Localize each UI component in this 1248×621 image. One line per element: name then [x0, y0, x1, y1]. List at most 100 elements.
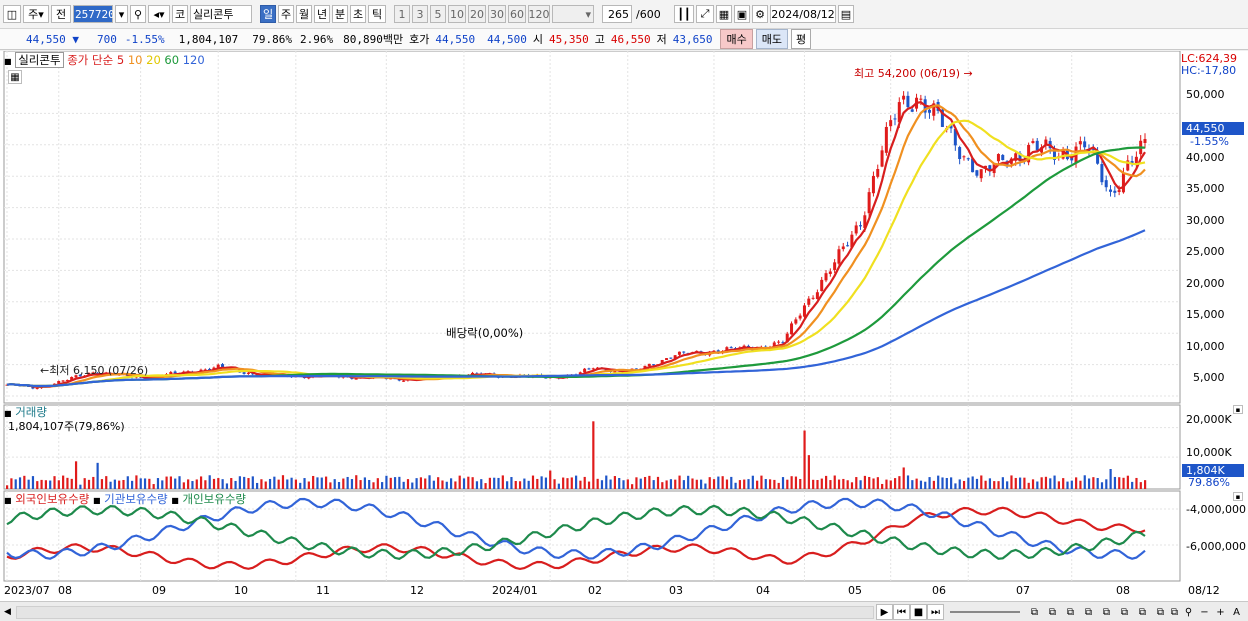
period-main-label: 주	[28, 8, 39, 21]
stop-button[interactable]: ■	[910, 604, 927, 620]
volume-bar	[631, 484, 634, 489]
layout-2-icon[interactable]: ⧉	[1044, 604, 1061, 620]
volume-bar	[691, 478, 694, 489]
interval-3-button[interactable]: 3	[412, 5, 428, 23]
volume-bar	[919, 480, 923, 489]
period-second-button[interactable]: 초	[350, 5, 366, 23]
volume-bar	[109, 481, 112, 489]
volume-bar	[881, 483, 884, 489]
gear-icon[interactable]: ⚙	[752, 5, 768, 23]
volume-bar	[445, 481, 448, 489]
layout-7-icon[interactable]: ⧉	[1134, 604, 1151, 620]
font-size-icon[interactable]: A	[1228, 604, 1245, 620]
volume-close-icon[interactable]: ▪	[1233, 405, 1243, 414]
volume-bar	[18, 477, 22, 489]
sound-icon[interactable]: ◂▾	[148, 5, 170, 23]
volume-bar	[14, 479, 17, 489]
volume-bar	[40, 479, 43, 489]
zoom-search-icon[interactable]: ⚲	[1180, 604, 1197, 620]
sell-button[interactable]: 매도	[755, 29, 788, 49]
period-week-button[interactable]: 주	[278, 5, 294, 23]
grid-icon[interactable]: ▦	[716, 5, 732, 23]
interval-120-button[interactable]: 120	[528, 5, 550, 23]
volume-bar	[44, 480, 47, 489]
zoom-slider[interactable]	[950, 611, 1020, 613]
low-annotation: ←최저 6,150 (07/26)	[40, 362, 148, 378]
period-year-button[interactable]: 년	[314, 5, 330, 23]
interval-30-button[interactable]: 30	[488, 5, 506, 23]
period-minute-button[interactable]: 분	[332, 5, 348, 23]
chart-type-icon[interactable]: ◫	[3, 5, 21, 23]
average-button[interactable]: 평	[790, 29, 812, 49]
stock-code-input[interactable]: 257720	[73, 5, 115, 23]
volume-bar	[126, 476, 129, 489]
holding-close-icon[interactable]: ▪	[1233, 492, 1243, 501]
volume-bar	[1118, 477, 1121, 489]
open-label: 시	[532, 33, 543, 46]
interval-1-button[interactable]: 1	[394, 5, 410, 23]
volume-bar	[372, 482, 375, 489]
layout-6-icon[interactable]: ⧉	[1116, 604, 1133, 620]
volume-bar	[415, 478, 418, 489]
code-dropdown-icon[interactable]: ▾	[115, 5, 128, 23]
interval-60-button[interactable]: 60	[508, 5, 526, 23]
candle-icon[interactable]: ┃┃	[674, 5, 694, 23]
table-toggle-icon[interactable]: ▦	[8, 70, 22, 84]
price-value: 44,550	[26, 32, 66, 46]
period-main-select[interactable]: 주 ▾	[23, 5, 49, 23]
save-icon[interactable]: ▣	[734, 5, 750, 23]
buy-button[interactable]: 매수	[720, 29, 753, 49]
zoom-in-icon[interactable]: +	[1212, 604, 1229, 620]
legend-individual: 개인보유수량	[182, 492, 246, 506]
candle-body	[682, 351, 686, 353]
last-button[interactable]: ⏭	[927, 604, 944, 620]
play-button[interactable]: ▶	[876, 604, 893, 620]
price-tick-10000: 10,000	[1186, 340, 1225, 353]
stock-name-field[interactable]: 실리콘투	[190, 5, 252, 23]
interval-20-button[interactable]: 20	[468, 5, 486, 23]
first-button[interactable]: ⏮	[893, 604, 910, 620]
layout-1-icon[interactable]: ⧉	[1026, 604, 1043, 620]
legend-ma-10: 10	[127, 53, 143, 67]
volume-bar	[208, 475, 211, 489]
volume-bar	[389, 477, 392, 489]
zoom-out-icon[interactable]: −	[1196, 604, 1213, 620]
interval-custom-select[interactable]: ▾	[552, 5, 594, 23]
volume-bar	[837, 479, 841, 489]
volume-bar	[449, 478, 453, 489]
count-input[interactable]: 265	[602, 5, 632, 23]
interval-5-button[interactable]: 5	[430, 5, 446, 23]
volume-bar	[962, 480, 966, 489]
draw-icon[interactable]: ⤢	[696, 5, 714, 23]
volume-bar	[618, 477, 621, 489]
price-tick-5000: 5,000	[1193, 371, 1225, 384]
period-month-button[interactable]: 월	[296, 5, 312, 23]
prev-button[interactable]: 전	[51, 5, 71, 23]
layout-5-icon[interactable]: ⧉	[1098, 604, 1115, 620]
scroll-track[interactable]	[16, 606, 874, 619]
candle-body	[777, 341, 781, 343]
volume-bar	[1006, 481, 1009, 489]
date-input[interactable]: 2024/08/12	[770, 5, 836, 23]
stock-chart[interactable]	[0, 51, 1248, 601]
volume-bar	[790, 476, 793, 489]
candle-body	[958, 147, 962, 160]
period-tick-button[interactable]: 틱	[368, 5, 386, 23]
volume-bar	[381, 482, 384, 489]
x-label-10: 10	[234, 584, 248, 597]
period-day-button[interactable]: 일	[260, 5, 276, 23]
volume-bar	[31, 476, 35, 489]
volume-bar	[643, 476, 647, 489]
volume-title-text: 거래량	[15, 405, 47, 419]
volume-bar	[725, 479, 729, 489]
volume-bar	[777, 482, 780, 489]
scroll-left-icon[interactable]: ◀	[4, 607, 11, 617]
search-icon[interactable]: ⚲	[130, 5, 146, 23]
volume-bar	[825, 475, 828, 489]
calendar-icon[interactable]: ▤	[838, 5, 854, 23]
volume-bar	[74, 461, 78, 489]
layout-4-icon[interactable]: ⧉	[1080, 604, 1097, 620]
layout-3-icon[interactable]: ⧉	[1062, 604, 1079, 620]
interval-10-button[interactable]: 10	[448, 5, 466, 23]
volume-bar	[885, 479, 888, 489]
